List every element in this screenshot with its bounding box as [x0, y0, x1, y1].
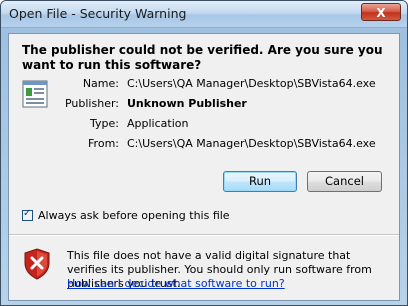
from-label: From:	[88, 137, 119, 150]
help-link[interactable]: How can I decide what software to run?	[67, 277, 285, 290]
always-ask-checkbox[interactable]: ✓	[22, 208, 33, 221]
from-value: C:\Users\QA Manager\Desktop\SBVista64.ex…	[127, 137, 376, 150]
always-ask-label[interactable]: Always ask before opening this file	[38, 209, 230, 222]
publisher-label: Publisher:	[64, 97, 119, 110]
window-title: Open File - Security Warning	[9, 6, 187, 21]
run-button[interactable]: Run	[223, 171, 297, 192]
dialog-body: The publisher could not be verified. Are…	[8, 33, 400, 301]
publisher-value: Unknown Publisher	[127, 97, 247, 110]
security-warning-window: Open File - Security Warning X The publi…	[0, 0, 408, 306]
title-bar[interactable]: Open File - Security Warning X	[1, 1, 407, 28]
separator	[9, 234, 399, 236]
dialog-headline: The publisher could not be verified. Are…	[22, 43, 383, 72]
close-button[interactable]: X	[361, 3, 401, 21]
type-value: Application	[127, 117, 189, 130]
cancel-button[interactable]: Cancel	[307, 171, 382, 192]
name-value: C:\Users\QA Manager\Desktop\SBVista64.ex…	[127, 77, 376, 90]
close-icon: X	[376, 6, 386, 20]
checkmark-icon: ✓	[23, 208, 32, 219]
type-label: Type:	[90, 117, 119, 130]
security-shield-warning-icon	[24, 248, 50, 280]
name-label: Name:	[82, 77, 119, 90]
